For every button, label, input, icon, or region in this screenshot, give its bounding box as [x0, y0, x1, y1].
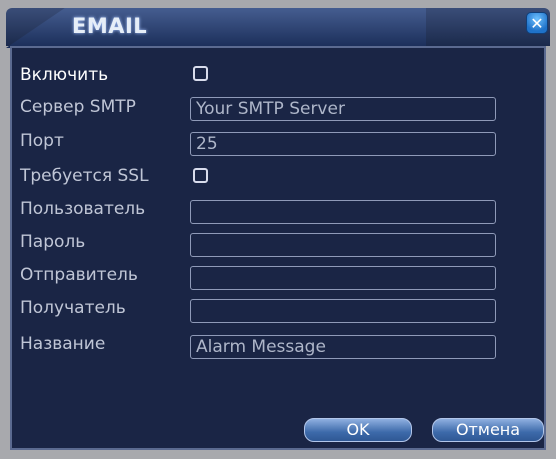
- title-tab: [6, 8, 426, 48]
- window-title: EMAIL: [72, 14, 148, 38]
- user-label: Пользователь: [20, 199, 146, 219]
- close-icon: ✕: [530, 14, 544, 33]
- ssl-label: Требуется SSL: [20, 166, 149, 186]
- sender-label: Отправитель: [20, 265, 138, 285]
- cancel-button[interactable]: Отмена: [432, 418, 544, 442]
- subject-label: Название: [20, 334, 106, 354]
- port-label: Порт: [20, 131, 64, 151]
- user-field[interactable]: [190, 200, 496, 224]
- close-button[interactable]: ✕: [526, 12, 548, 34]
- enable-checkbox[interactable]: [193, 66, 208, 81]
- ok-button[interactable]: OK: [304, 418, 412, 442]
- receiver-field[interactable]: [190, 299, 496, 323]
- smtp-server-field[interactable]: Your SMTP Server: [190, 97, 496, 121]
- subject-field[interactable]: Alarm Message: [190, 335, 496, 359]
- password-label: Пароль: [20, 232, 86, 252]
- receiver-label: Получатель: [20, 298, 126, 318]
- enable-label: Включить: [20, 65, 109, 85]
- smtp-server-label: Сервер SMTP: [20, 97, 136, 117]
- password-field[interactable]: [190, 233, 496, 257]
- port-field[interactable]: 25: [190, 132, 496, 156]
- email-settings-window: EMAIL ✕ Включить Сервер SMTP Your SMTP S…: [0, 0, 556, 459]
- sender-field[interactable]: [190, 266, 496, 290]
- ssl-checkbox[interactable]: [193, 168, 208, 183]
